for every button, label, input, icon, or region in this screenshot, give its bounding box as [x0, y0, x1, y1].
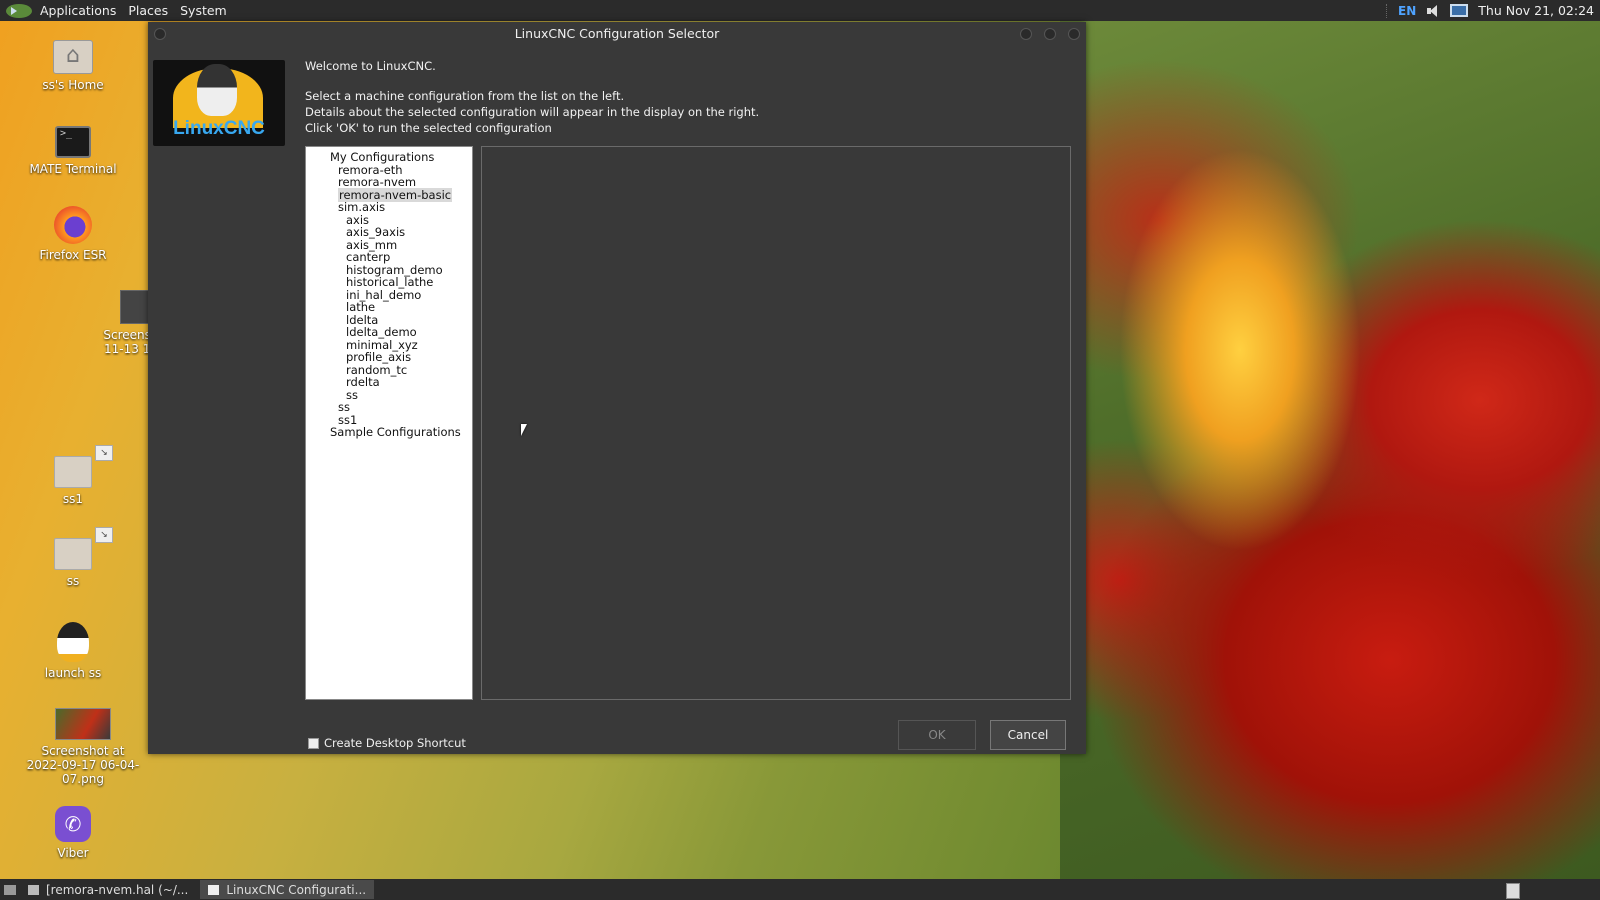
show-desktop-icon[interactable] — [4, 884, 16, 895]
bottom-panel: [remora-nvem.hal (~/... LinuxCNC Configu… — [0, 879, 1600, 900]
desktop-icon-label: ss — [66, 574, 80, 588]
network-icon[interactable] — [1450, 4, 1469, 17]
desktop-icon-home[interactable]: ss's Home — [18, 40, 128, 92]
intro-text: Welcome to LinuxCNC. Select a machine co… — [305, 58, 759, 136]
menu-places[interactable]: Places — [122, 3, 174, 18]
desktop-icon-label: Firefox ESR — [39, 248, 107, 262]
tree-item-label: remora-nvem — [338, 175, 417, 189]
image-file-icon — [55, 708, 111, 740]
volume-icon[interactable] — [1426, 4, 1440, 18]
logo-text: LinuxCNC — [173, 118, 265, 139]
tree-item[interactable]: random_tc — [306, 363, 472, 377]
tree-item-label: Sample Configurations — [330, 425, 461, 439]
configuration-tree[interactable]: My Configurations remora-eth remora-nvem re… — [305, 146, 473, 700]
close-icon[interactable] — [1068, 28, 1080, 40]
welcome-text: Welcome to LinuxCNC. — [305, 59, 436, 73]
applications-icon — [6, 3, 32, 18]
desktop-icon-label: ss's Home — [42, 78, 104, 92]
top-panel: Applications Places System EN Thu Nov 21… — [0, 0, 1600, 21]
viber-icon: ✆ — [55, 806, 91, 842]
wallpaper-flower — [1060, 20, 1600, 880]
link-badge-icon: ↘ — [95, 445, 113, 461]
desktop-icon-launch-ss[interactable]: launch ss — [18, 622, 128, 680]
taskbar-item-label: LinuxCNC Configurati... — [226, 882, 367, 897]
logo-tux-icon — [197, 64, 237, 116]
desktop-icon-screenshot[interactable]: Screenshot at 2022-09-17 06-04-07.png — [18, 708, 148, 786]
window-title: LinuxCNC Configuration Selector — [514, 26, 720, 41]
tux-icon — [57, 622, 89, 662]
system-tray: EN Thu Nov 21, 02:24 — [1386, 0, 1594, 21]
tree-item[interactable]: sim.axis — [306, 201, 472, 214]
desktop-icon-ss[interactable]: ↘ ss — [18, 527, 128, 588]
desktop-shortcut-checkbox[interactable] — [308, 737, 319, 749]
taskbar-item-editor[interactable]: [remora-nvem.hal (~/... — [20, 880, 196, 899]
desktop-icon-ss1[interactable]: ↘ ss1 — [18, 445, 128, 506]
config-selector-window: LinuxCNC Configuration Selector LinuxCNC… — [148, 22, 1086, 754]
maximize-icon[interactable] — [1044, 28, 1056, 40]
desktop-icon-label: Viber — [57, 846, 89, 860]
desktop-icon-firefox[interactable]: Firefox ESR — [18, 206, 128, 262]
menu-system[interactable]: System — [174, 3, 233, 18]
desktop-icon-label: MATE Terminal — [29, 162, 117, 176]
linuxcnc-logo: LinuxCNC — [153, 60, 285, 146]
terminal-icon: >_ — [55, 126, 91, 158]
tree-category[interactable]: Sample Configurations — [306, 426, 472, 439]
instruction-line-2: Details about the selected configuration… — [305, 105, 760, 119]
workspace-switcher-icon[interactable] — [1506, 883, 1520, 899]
keyboard-layout-indicator[interactable]: EN — [1398, 4, 1416, 18]
taskbar-item-label: [remora-nvem.hal (~/... — [46, 882, 189, 897]
firefox-icon — [54, 206, 92, 244]
desktop-icon-label: launch ss — [44, 666, 102, 680]
panel-menus: Applications Places System — [6, 3, 233, 18]
desktop-icon-terminal[interactable]: >_ MATE Terminal — [18, 126, 128, 176]
tray-separator — [1386, 3, 1388, 18]
cancel-button[interactable]: Cancel — [990, 720, 1066, 750]
configuration-details-panel — [481, 146, 1071, 700]
folder-icon: ↘ — [54, 445, 113, 488]
tree-item[interactable]: ss — [306, 388, 472, 402]
desktop-icon-viber[interactable]: ✆ Viber — [18, 806, 128, 860]
home-folder-icon — [53, 40, 93, 74]
window-menu-icon[interactable] — [154, 28, 166, 40]
tree-item[interactable]: remora-nvem — [306, 176, 472, 189]
tree-item[interactable]: rdelta — [306, 376, 472, 389]
desktop-shortcut-option[interactable]: Create Desktop Shortcut — [308, 736, 466, 750]
tree-item[interactable]: ss — [306, 401, 472, 414]
text-editor-icon — [28, 884, 39, 895]
window-icon — [208, 884, 220, 895]
tree-item[interactable]: remora-nvem-basic — [306, 187, 472, 202]
desktop-icon-label: Screenshot at 2022-09-17 06-04-07.png — [26, 744, 140, 786]
mouse-cursor-icon — [521, 424, 527, 436]
menu-applications[interactable]: Applications — [34, 3, 122, 18]
window-titlebar[interactable]: LinuxCNC Configuration Selector — [148, 22, 1086, 46]
desktop-icon-label: ss1 — [62, 492, 84, 506]
tree-item[interactable]: lathe — [306, 301, 472, 314]
tree-item[interactable]: ini_hal_demo — [306, 288, 472, 302]
link-badge-icon: ↘ — [95, 527, 113, 543]
instruction-line-1: Select a machine configuration from the … — [305, 89, 625, 103]
minimize-icon[interactable] — [1020, 28, 1032, 40]
instruction-line-3: Click 'OK' to run the selected configura… — [305, 121, 552, 135]
desktop-shortcut-label: Create Desktop Shortcut — [324, 736, 466, 750]
ok-button[interactable]: OK — [898, 720, 976, 750]
clock[interactable]: Thu Nov 21, 02:24 — [1478, 3, 1594, 18]
taskbar-item-linuxcnc[interactable]: LinuxCNC Configurati... — [200, 880, 375, 899]
folder-icon: ↘ — [54, 527, 113, 570]
